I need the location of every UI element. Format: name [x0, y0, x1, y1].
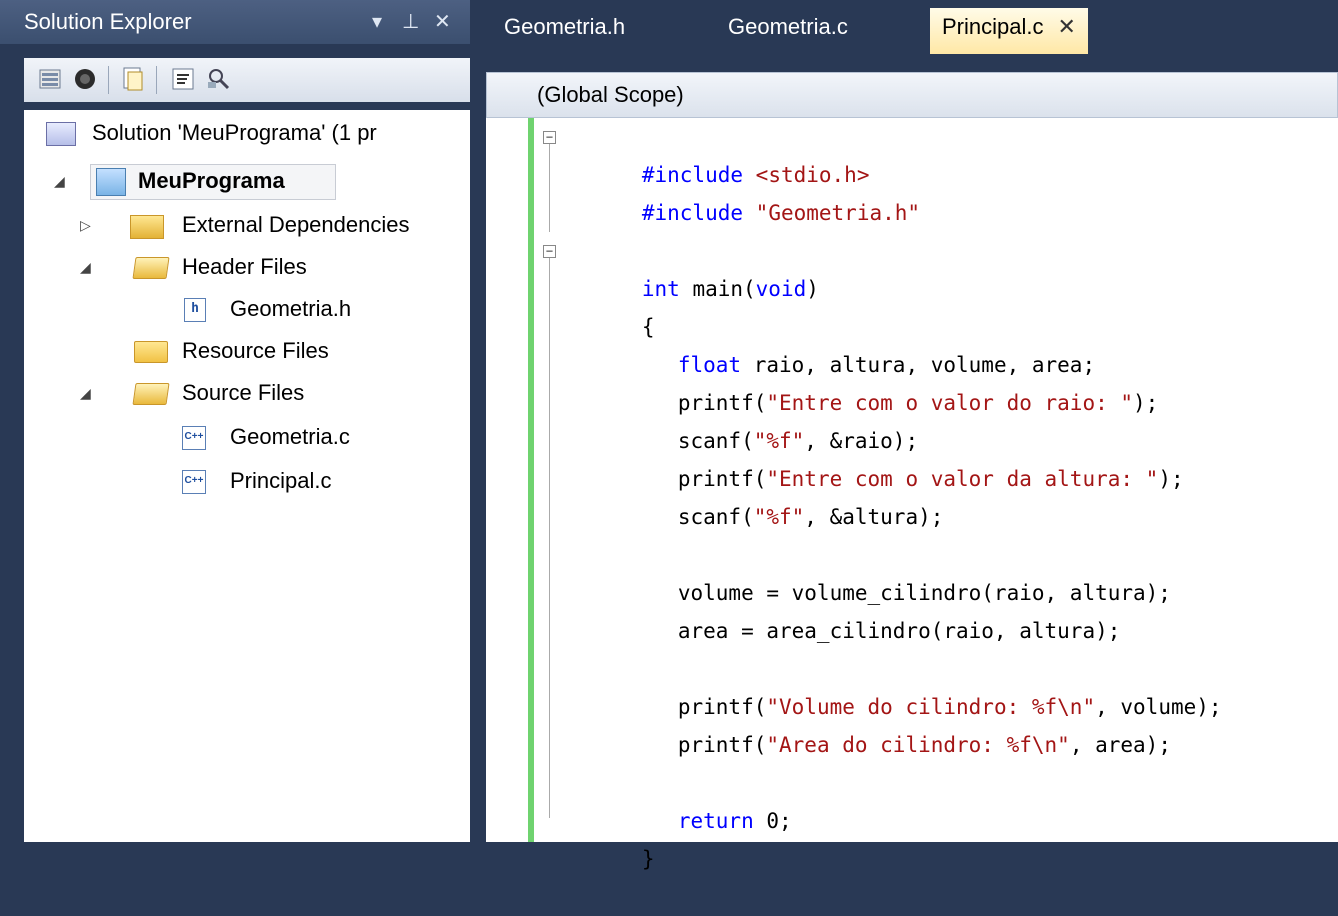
tree-item-project[interactable]: ◢ MeuPrograma: [24, 162, 470, 200]
view-code-icon[interactable]: [170, 66, 196, 92]
solution-tree: Solution 'MeuPrograma' (1 pr ◢ MeuProgra…: [24, 110, 470, 842]
tab-label: Geometria.h: [504, 14, 626, 39]
tree-item-external-dependencies[interactable]: ▷ External Dependencies: [24, 206, 470, 244]
folder-open-icon: [132, 257, 170, 279]
fold-guide: [549, 258, 550, 818]
code-line: }: [641, 847, 655, 871]
code-line: printf("Area do cilindro: %f\n", area);: [677, 733, 1171, 757]
code-line: printf("Volume do cilindro: %f\n", volum…: [677, 695, 1222, 719]
folder-open-icon: [132, 383, 170, 405]
tree-item-label: Solution 'MeuPrograma' (1 pr: [92, 120, 377, 145]
tree-item-resource-files[interactable]: Resource Files: [24, 332, 470, 370]
code-text-area[interactable]: − − #include <stdio.h> #include "Geometr…: [486, 118, 1338, 871]
collapse-region-icon[interactable]: −: [543, 131, 556, 144]
tree-item-label: Principal.c: [230, 468, 332, 493]
expand-arrow-icon[interactable]: ◢: [54, 162, 65, 200]
tab-label: Principal.c: [942, 14, 1044, 39]
code-line: printf("Entre com o valor da altura: ");: [677, 467, 1184, 491]
tab-geometria-c[interactable]: Geometria.c: [716, 8, 860, 46]
scope-dropdown[interactable]: (Global Scope): [486, 72, 1338, 118]
show-all-files-icon[interactable]: [72, 66, 98, 92]
tree-item-source-files[interactable]: ◢ Source Files: [24, 374, 470, 412]
code-line: scanf("%f", &raio);: [677, 429, 919, 453]
cpp-file-icon: C++: [182, 470, 206, 494]
project-icon: [96, 168, 126, 196]
code-line: scanf("%f", &altura);: [677, 505, 944, 529]
code-line: printf("Entre com o valor do raio: ");: [677, 391, 1159, 415]
tree-item-label: Resource Files: [182, 338, 329, 363]
tree-item-solution[interactable]: Solution 'MeuPrograma' (1 pr: [24, 114, 470, 152]
expand-arrow-icon[interactable]: ◢: [80, 248, 91, 286]
solution-icon: [46, 122, 76, 146]
class-view-icon[interactable]: [206, 66, 232, 92]
solution-explorer-panel: Solution Explorer ▾ ⊥ ✕ Solution 'MeuPro…: [0, 0, 470, 842]
code-line: int main(void): [641, 277, 819, 301]
close-tab-icon[interactable]: ✕: [1057, 14, 1075, 39]
tree-item-label: Geometria.c: [230, 424, 350, 449]
change-tracking-margin: [528, 118, 534, 842]
code-line: float raio, altura, volume, area;: [677, 353, 1096, 377]
tree-item-header-files[interactable]: ◢ Header Files: [24, 248, 470, 286]
tree-item-label: Geometria.h: [230, 296, 352, 321]
properties-icon[interactable]: [38, 66, 64, 92]
code-editor: Geometria.h Geometria.c Principal.c ✕ (Gl…: [470, 0, 1338, 871]
solution-explorer-title-bar: Solution Explorer ▾ ⊥ ✕: [0, 0, 470, 44]
code-line: #include <stdio.h>: [641, 163, 870, 187]
expand-arrow-icon[interactable]: ◢: [80, 374, 91, 412]
tree-item-geometria-h[interactable]: h Geometria.h: [24, 290, 470, 328]
code-line: #include "Geometria.h": [641, 201, 921, 225]
solution-explorer-title: Solution Explorer: [24, 9, 192, 34]
tree-item-label: MeuPrograma: [138, 168, 285, 193]
folder-icon: [134, 341, 168, 363]
code-line: area = area_cilindro(raio, altura);: [677, 619, 1121, 643]
tree-item-label: Source Files: [182, 380, 305, 405]
tree-item-principal-c[interactable]: C++ Principal.c: [24, 462, 470, 500]
scope-label: (Global Scope): [537, 82, 684, 107]
collapse-arrow-icon[interactable]: ▷: [80, 206, 91, 244]
collapse-region-icon[interactable]: −: [543, 245, 556, 258]
tree-item-label: External Dependencies: [182, 212, 410, 237]
code-line: volume = volume_cilindro(raio, altura);: [677, 581, 1171, 605]
toolbar-separator: [156, 66, 157, 94]
solution-explorer-toolbar: [24, 58, 470, 102]
fold-guide: [549, 144, 550, 232]
toolbar-separator: [108, 66, 109, 94]
close-panel-icon[interactable]: ✕: [434, 0, 451, 44]
tree-item-label: Header Files: [182, 254, 307, 279]
refresh-icon[interactable]: [120, 66, 146, 92]
pin-icon[interactable]: ⊥: [402, 0, 419, 44]
tab-geometria-h[interactable]: Geometria.h: [492, 8, 637, 46]
cpp-file-icon: C++: [182, 426, 206, 450]
code-line: return 0;: [677, 809, 792, 833]
tree-item-geometria-c[interactable]: C++ Geometria.c: [24, 418, 470, 456]
tab-label: Geometria.c: [728, 14, 848, 39]
code-line: {: [641, 315, 655, 339]
dropdown-arrow-icon[interactable]: ▾: [372, 0, 382, 44]
tab-principal-c[interactable]: Principal.c ✕: [930, 8, 1088, 54]
external-dependencies-icon: [130, 215, 164, 239]
header-file-icon: h: [184, 298, 206, 322]
